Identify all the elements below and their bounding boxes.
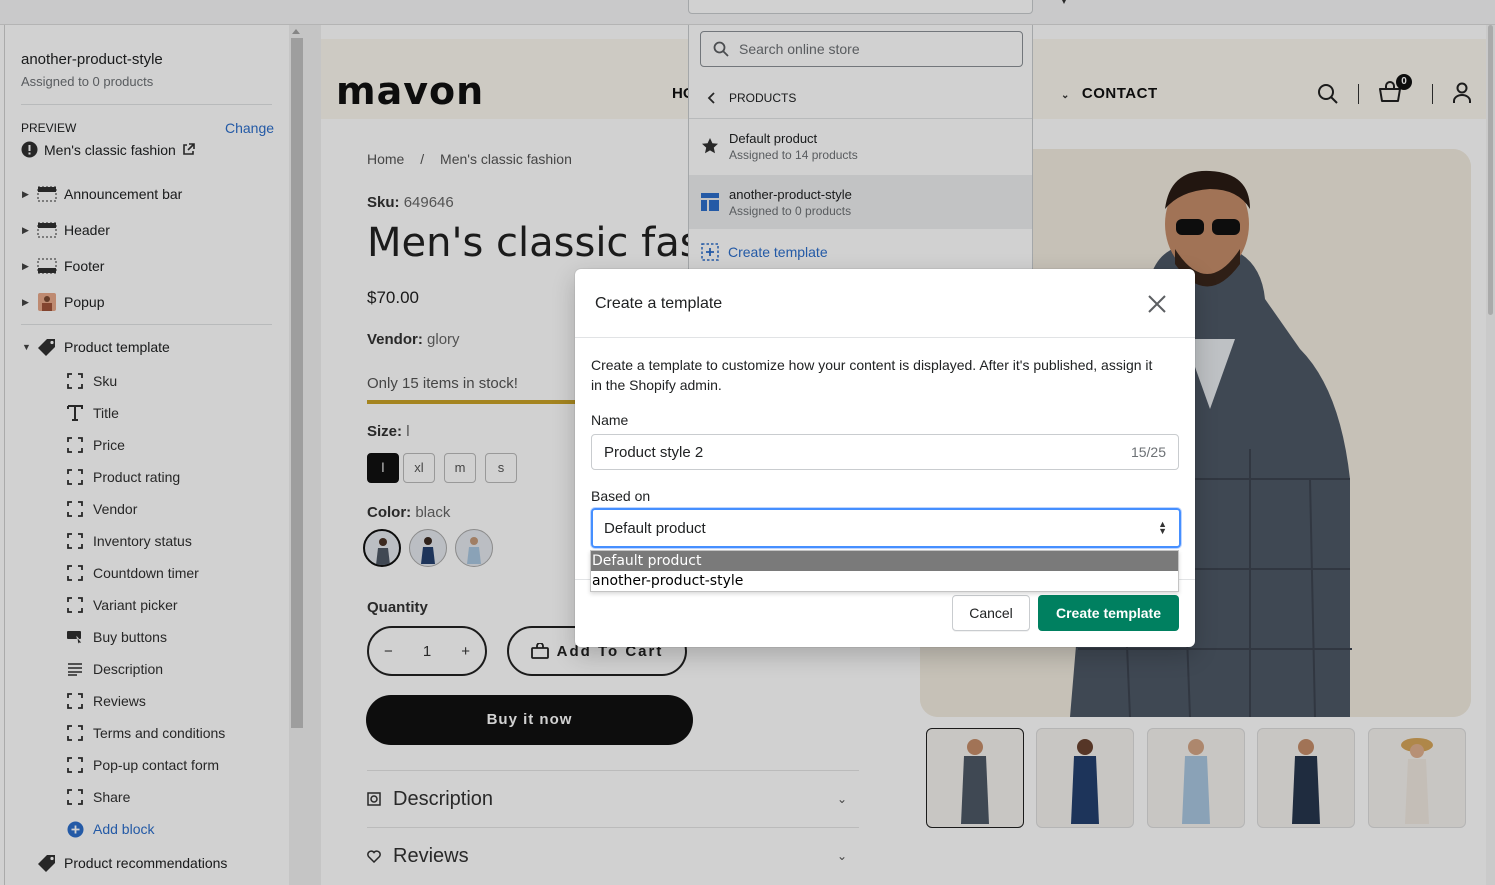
character-counter: 15/25	[1130, 444, 1166, 460]
name-label: Name	[591, 412, 629, 428]
based-on-options-list: Default product another-product-style	[590, 550, 1179, 592]
template-name-input[interactable]: Product style 2 15/25	[591, 434, 1179, 470]
select-arrows-icon: ▲ ▼	[1158, 519, 1167, 536]
select-option[interactable]: Default product	[591, 551, 1178, 571]
close-icon[interactable]	[1146, 293, 1168, 315]
create-template-modal: Create a template Create a template to c…	[575, 269, 1195, 647]
modal-description: Create a template to customize how your …	[591, 357, 1153, 393]
based-on-label: Based on	[591, 488, 651, 504]
template-name-value: Product style 2	[604, 443, 704, 461]
create-template-button[interactable]: Create template	[1038, 595, 1179, 631]
modal-title: Create a template	[595, 295, 723, 312]
cancel-button[interactable]: Cancel	[952, 595, 1030, 631]
modal-header: Create a template	[575, 269, 1195, 338]
based-on-select[interactable]: Default product ▲ ▼	[591, 508, 1181, 548]
select-option[interactable]: another-product-style	[591, 571, 1178, 591]
based-on-value: Default product	[604, 519, 706, 537]
